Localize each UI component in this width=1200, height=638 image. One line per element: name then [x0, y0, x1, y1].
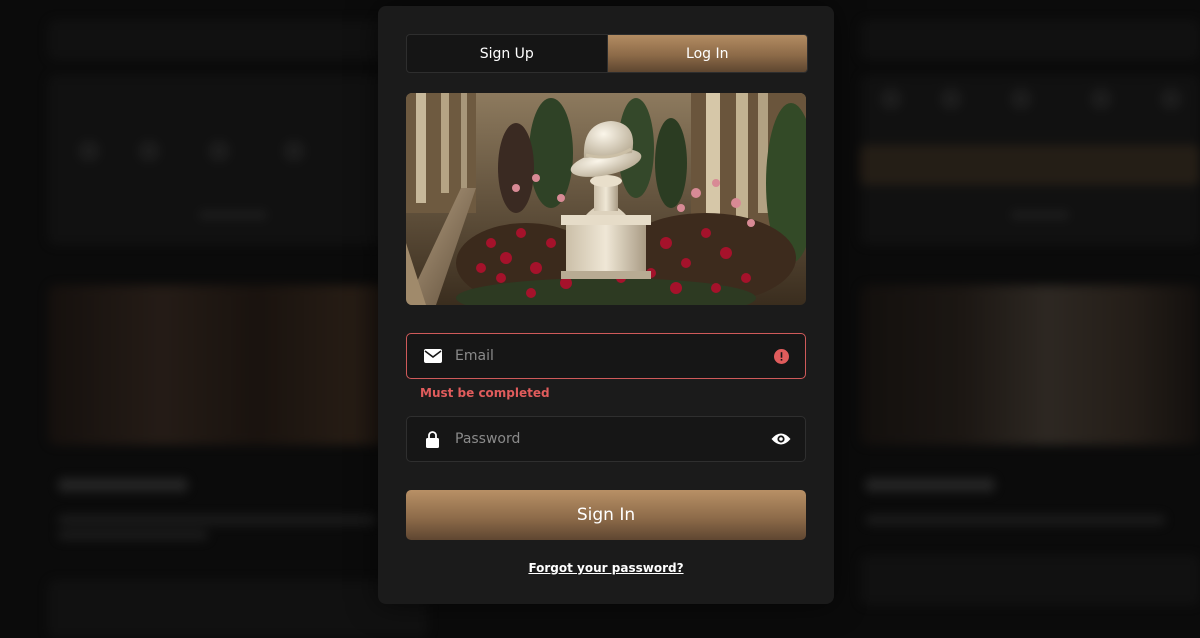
tab-log-in[interactable]: Log In: [606, 35, 807, 72]
background-dot: [1010, 88, 1032, 110]
error-icon: [761, 348, 801, 364]
hero-image: [406, 93, 806, 305]
forgot-password-link[interactable]: Forgot your password?: [378, 561, 834, 575]
background-header: [860, 20, 1200, 60]
background-dot: [1090, 88, 1112, 110]
background-bar: [58, 530, 208, 540]
background-bar: [58, 515, 378, 525]
background-bar: [198, 210, 268, 220]
auth-tabs: Sign Up Log In: [406, 34, 808, 73]
background-photo: [860, 285, 1200, 445]
email-error-message: Must be completed: [420, 386, 550, 400]
background-dot: [208, 140, 230, 162]
envelope-icon: [410, 349, 455, 363]
background-dot: [78, 140, 100, 162]
lock-icon: [410, 430, 455, 448]
background-bar: [58, 478, 188, 492]
tab-sign-up[interactable]: Sign Up: [407, 35, 607, 72]
background-dot: [880, 88, 902, 110]
background-card: [48, 580, 428, 638]
background-dot: [940, 88, 962, 110]
background-header: [48, 20, 428, 60]
email-placeholder: Email: [455, 348, 494, 364]
eye-icon[interactable]: [761, 432, 801, 446]
password-field[interactable]: Password: [406, 416, 806, 462]
background-card: [860, 555, 1200, 605]
sign-in-button[interactable]: Sign In: [406, 490, 806, 540]
background-bar: [1010, 210, 1070, 220]
auth-modal: Sign Up Log In Email Must be completed P…: [378, 6, 834, 604]
background-gold-bar: [860, 145, 1200, 185]
background-bar: [865, 515, 1165, 525]
background-column-left: [48, 0, 428, 638]
background-dot: [283, 140, 305, 162]
background-photo: [48, 285, 428, 445]
password-placeholder: Password: [455, 431, 521, 447]
background-bar: [865, 478, 995, 492]
background-column-right: [860, 0, 1200, 638]
background-dot: [1160, 88, 1182, 110]
background-dot: [138, 140, 160, 162]
email-field[interactable]: Email: [406, 333, 806, 379]
